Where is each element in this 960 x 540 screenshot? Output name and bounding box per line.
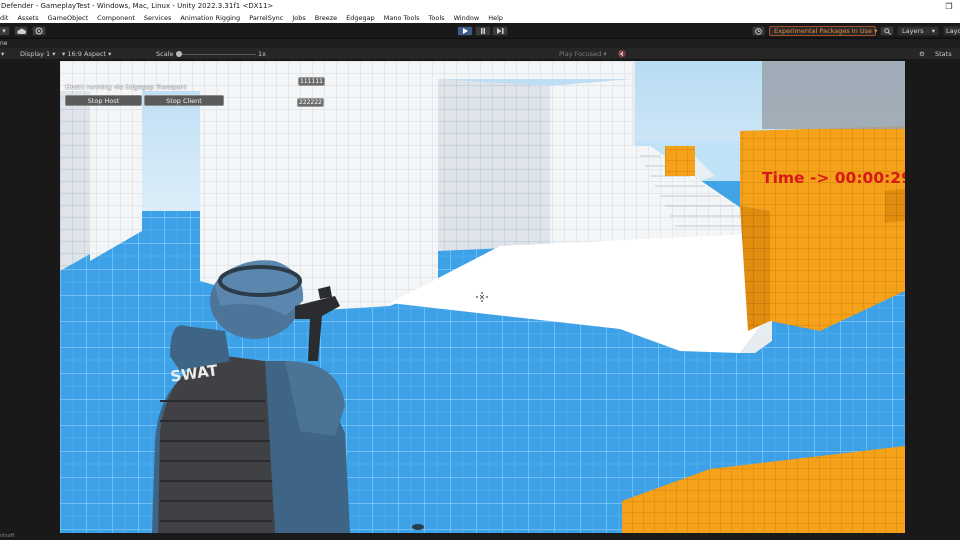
game-viewport[interactable]: SWAT Host: running via Edgegap Transport… [60,61,905,533]
aspect-label: 16:9 Aspect [67,50,107,58]
collab-icon [35,27,43,35]
menu-item-window[interactable]: Window [449,14,484,22]
play-focused-label: Play Focused [559,50,602,58]
match-timer: Time -> 00:00:29 [762,169,905,187]
menu-item-animation-rigging[interactable]: Animation Rigging [175,14,244,22]
back-arch-inner [438,79,550,251]
search-icon [883,27,891,35]
display-dropdown[interactable]: Display 1 ▾ [20,50,56,58]
status-text: ntsoft [0,533,15,539]
search-button[interactable] [880,26,894,36]
cloud-icon [16,28,26,34]
history-button[interactable] [752,26,765,36]
tab-strip: ne [0,39,960,48]
collab-button[interactable] [32,26,46,36]
menu-item-parrelsync[interactable]: ParrelSync [244,14,287,22]
host-status-detail: running via Edgegap Transport [84,83,187,91]
stop-host-button[interactable]: Stop Host [65,95,142,106]
restore-window-icon[interactable]: ❐ [938,0,960,12]
step-icon [496,28,503,34]
viewport-letterbox-left [0,61,60,533]
cloud-button[interactable] [14,26,28,36]
layout-dropdown[interactable]: Layo [943,26,960,36]
menu-item-component[interactable]: Component [92,14,139,22]
layers-dropdown[interactable]: Layers ▾ [897,26,939,36]
scale-value: 1x [258,50,266,58]
scale-label: Scale [156,50,174,58]
game-scene: SWAT [60,61,905,533]
aspect-dropdown[interactable]: ▾ 16:9 Aspect ▾ [62,50,111,58]
menu-item-assets[interactable]: Assets [12,14,42,22]
step-button[interactable] [492,26,508,36]
chevron-down-icon: ▾ [1,50,5,58]
play-button[interactable] [457,26,473,36]
status-bar: ntsoft [0,533,960,540]
viewport-letterbox-right [905,61,960,533]
main-toolbar: ▾ Experimental Packages In Use ▾ Layers … [0,23,960,39]
game-view-controls: ▾ Display 1 ▾ ▾ 16:9 Aspect ▾ Scale 1x P… [0,48,960,60]
menu-item-edgegap[interactable]: Edgegap [341,14,379,22]
menu-item-jobs[interactable]: Jobs [287,14,309,22]
orange-crate-small [665,146,695,176]
menu-item-services[interactable]: Services [139,14,175,22]
host-status-prefix: Host: [65,83,85,91]
experimental-packages-dropdown[interactable]: Experimental Packages In Use ▾ [769,26,877,36]
window-title: Defender - GameplayTest - Windows, Mac, … [1,2,274,10]
floor-debris [412,524,424,530]
gizmos-icon[interactable]: ⚙ [919,50,925,58]
menu-bar: dit Assets GameObject Component Services Anim… [0,12,960,23]
chevron-down-icon: ▾ [931,27,935,35]
orange-step [885,189,905,223]
pause-button[interactable] [475,26,491,36]
back-arch-top [438,61,633,79]
center-block-front [308,61,438,311]
pause-icon [481,28,485,34]
scale-slider-track[interactable] [178,54,256,55]
chevron-down-icon: ▾ [2,27,6,35]
menu-item-tools[interactable]: Tools [424,14,449,22]
scale-slider-handle[interactable] [176,51,182,57]
back-arch-right [550,79,632,251]
account-dropdown[interactable]: ▾ [0,26,10,36]
stop-client-button[interactable]: Stop Client [144,95,224,106]
layout-label: Layo [946,27,960,35]
menu-item-gameobject[interactable]: GameObject [43,14,93,22]
window-titlebar: Defender - GameplayTest - Windows, Mac, … [0,0,960,12]
window-controls: ❐ [938,0,960,12]
mute-audio-icon[interactable]: 🔇 [618,50,626,58]
grey-overlay-panel [762,61,905,129]
host-status-text: Host: running via Edgegap Transport [65,83,187,91]
menu-item-mano-tools[interactable]: Mano Tools [379,14,424,22]
menu-item-dit[interactable]: dit [0,14,12,22]
player-tag-2: 222222 [297,98,324,107]
player-tag-1: 111111 [298,77,325,86]
menu-item-help[interactable]: Help [483,14,507,22]
display-label: Display 1 [20,50,51,58]
tab-game[interactable]: ne [0,40,8,47]
left-pillar [90,91,142,261]
play-icon [463,28,468,34]
stats-button[interactable]: Stats [935,50,952,58]
layers-label: Layers [902,27,924,35]
history-icon [755,27,762,35]
menu-item-breeze[interactable]: Breeze [310,14,341,22]
play-focused-dropdown[interactable]: Play Focused ▾ [559,50,607,58]
